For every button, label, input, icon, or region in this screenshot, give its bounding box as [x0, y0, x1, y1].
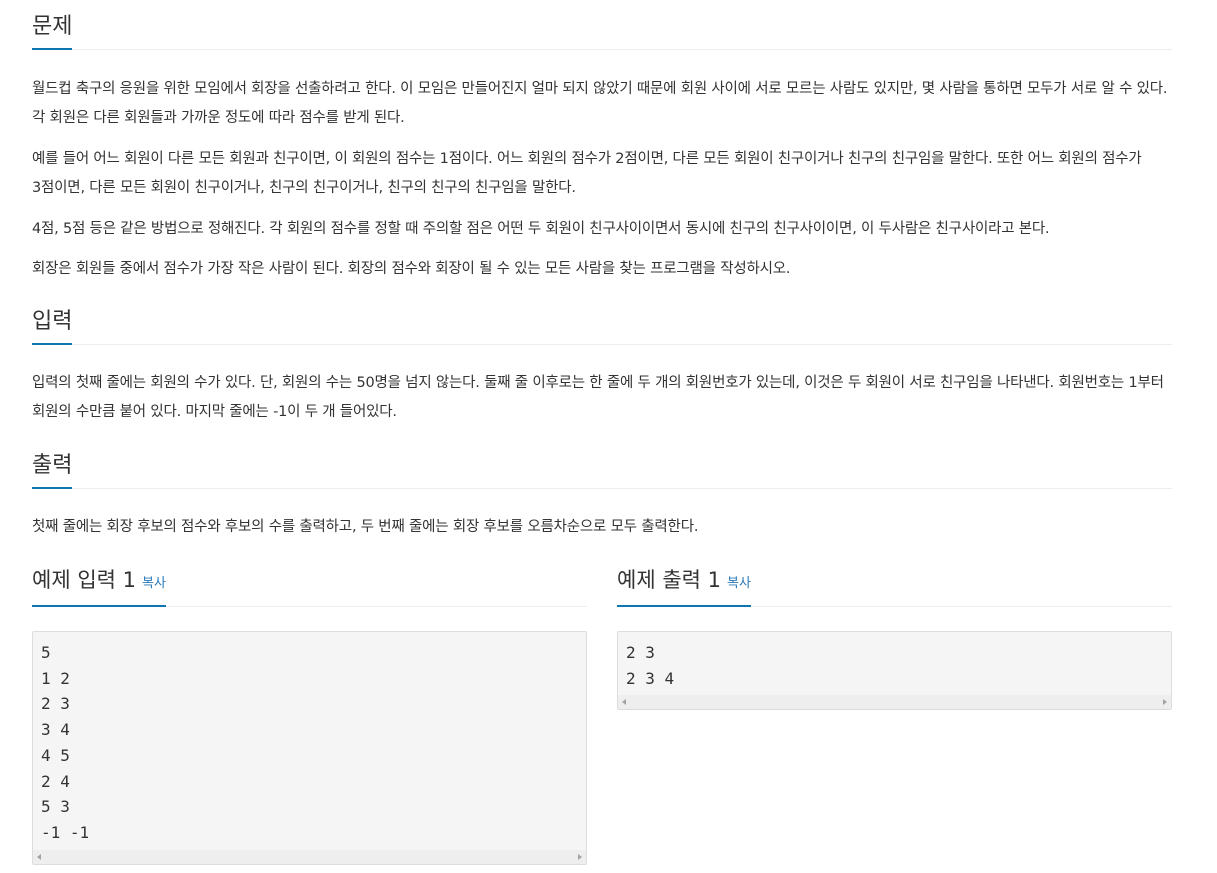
scroll-right-arrow-icon[interactable]: [1163, 699, 1167, 706]
example-input-column: 예제 입력 1 복사 5 1 2 2 3 3 4 4 5 2 4 5 3 -1 -…: [32, 565, 587, 865]
output-title: 출력: [32, 451, 73, 489]
example-input-title: 예제 입력 1: [32, 568, 136, 592]
scroll-left-arrow-icon[interactable]: [622, 699, 626, 706]
example-output-content[interactable]: 2 3 2 3 4: [618, 632, 1171, 695]
example-output-column: 예제 출력 1 복사 2 3 2 3 4: [617, 565, 1172, 711]
input-description: 입력의 첫째 줄에는 회원의 수가 있다. 단, 회원의 수는 50명을 넘지 …: [32, 375, 1164, 420]
example-input-header: 예제 입력 1 복사: [32, 565, 587, 607]
example-output-heading: 예제 출력 1 복사: [617, 565, 751, 607]
example-output-title: 예제 출력 1: [617, 568, 721, 592]
input-section-header: 입력: [32, 307, 1172, 345]
problem-paragraph-4: 회장은 회원들 중에서 점수가 가장 작은 사람이 된다. 회장의 점수와 회장…: [32, 261, 791, 277]
input-title: 입력: [32, 307, 73, 345]
output-description: 첫째 줄에는 회장 후보의 점수와 후보의 수를 출력하고, 두 번째 줄에는 …: [32, 519, 699, 535]
copy-example-output-button[interactable]: 복사: [727, 576, 751, 591]
copy-example-input-button[interactable]: 복사: [142, 576, 166, 591]
example-output-header: 예제 출력 1 복사: [617, 565, 1172, 607]
example-input-content[interactable]: 5 1 2 2 3 3 4 4 5 2 4 5 3 -1 -1: [33, 632, 586, 850]
example-output-box: 2 3 2 3 4: [617, 631, 1172, 711]
problem-paragraph-3: 4점, 5점 등은 같은 방법으로 정해진다. 각 회원의 점수를 정할 때 주…: [32, 221, 1050, 237]
example-input-heading: 예제 입력 1 복사: [32, 565, 166, 607]
problem-title: 문제: [32, 12, 73, 50]
example-output-scrollbar[interactable]: [618, 695, 1171, 710]
problem-section-header: 문제: [32, 12, 1172, 50]
scroll-right-arrow-icon[interactable]: [578, 853, 582, 860]
problem-paragraph-1: 월드컵 축구의 응원을 위한 모임에서 회장을 선출하려고 한다. 이 모임은 …: [32, 81, 1168, 126]
example-input-box: 5 1 2 2 3 3 4 4 5 2 4 5 3 -1 -1: [32, 631, 587, 865]
scroll-left-arrow-icon[interactable]: [37, 853, 41, 860]
output-section-header: 출력: [32, 451, 1172, 489]
example-input-scrollbar[interactable]: [33, 849, 586, 864]
problem-paragraph-2: 예를 들어 어느 회원이 다른 모든 회원과 친구이면, 이 회원의 점수는 1…: [32, 151, 1142, 196]
